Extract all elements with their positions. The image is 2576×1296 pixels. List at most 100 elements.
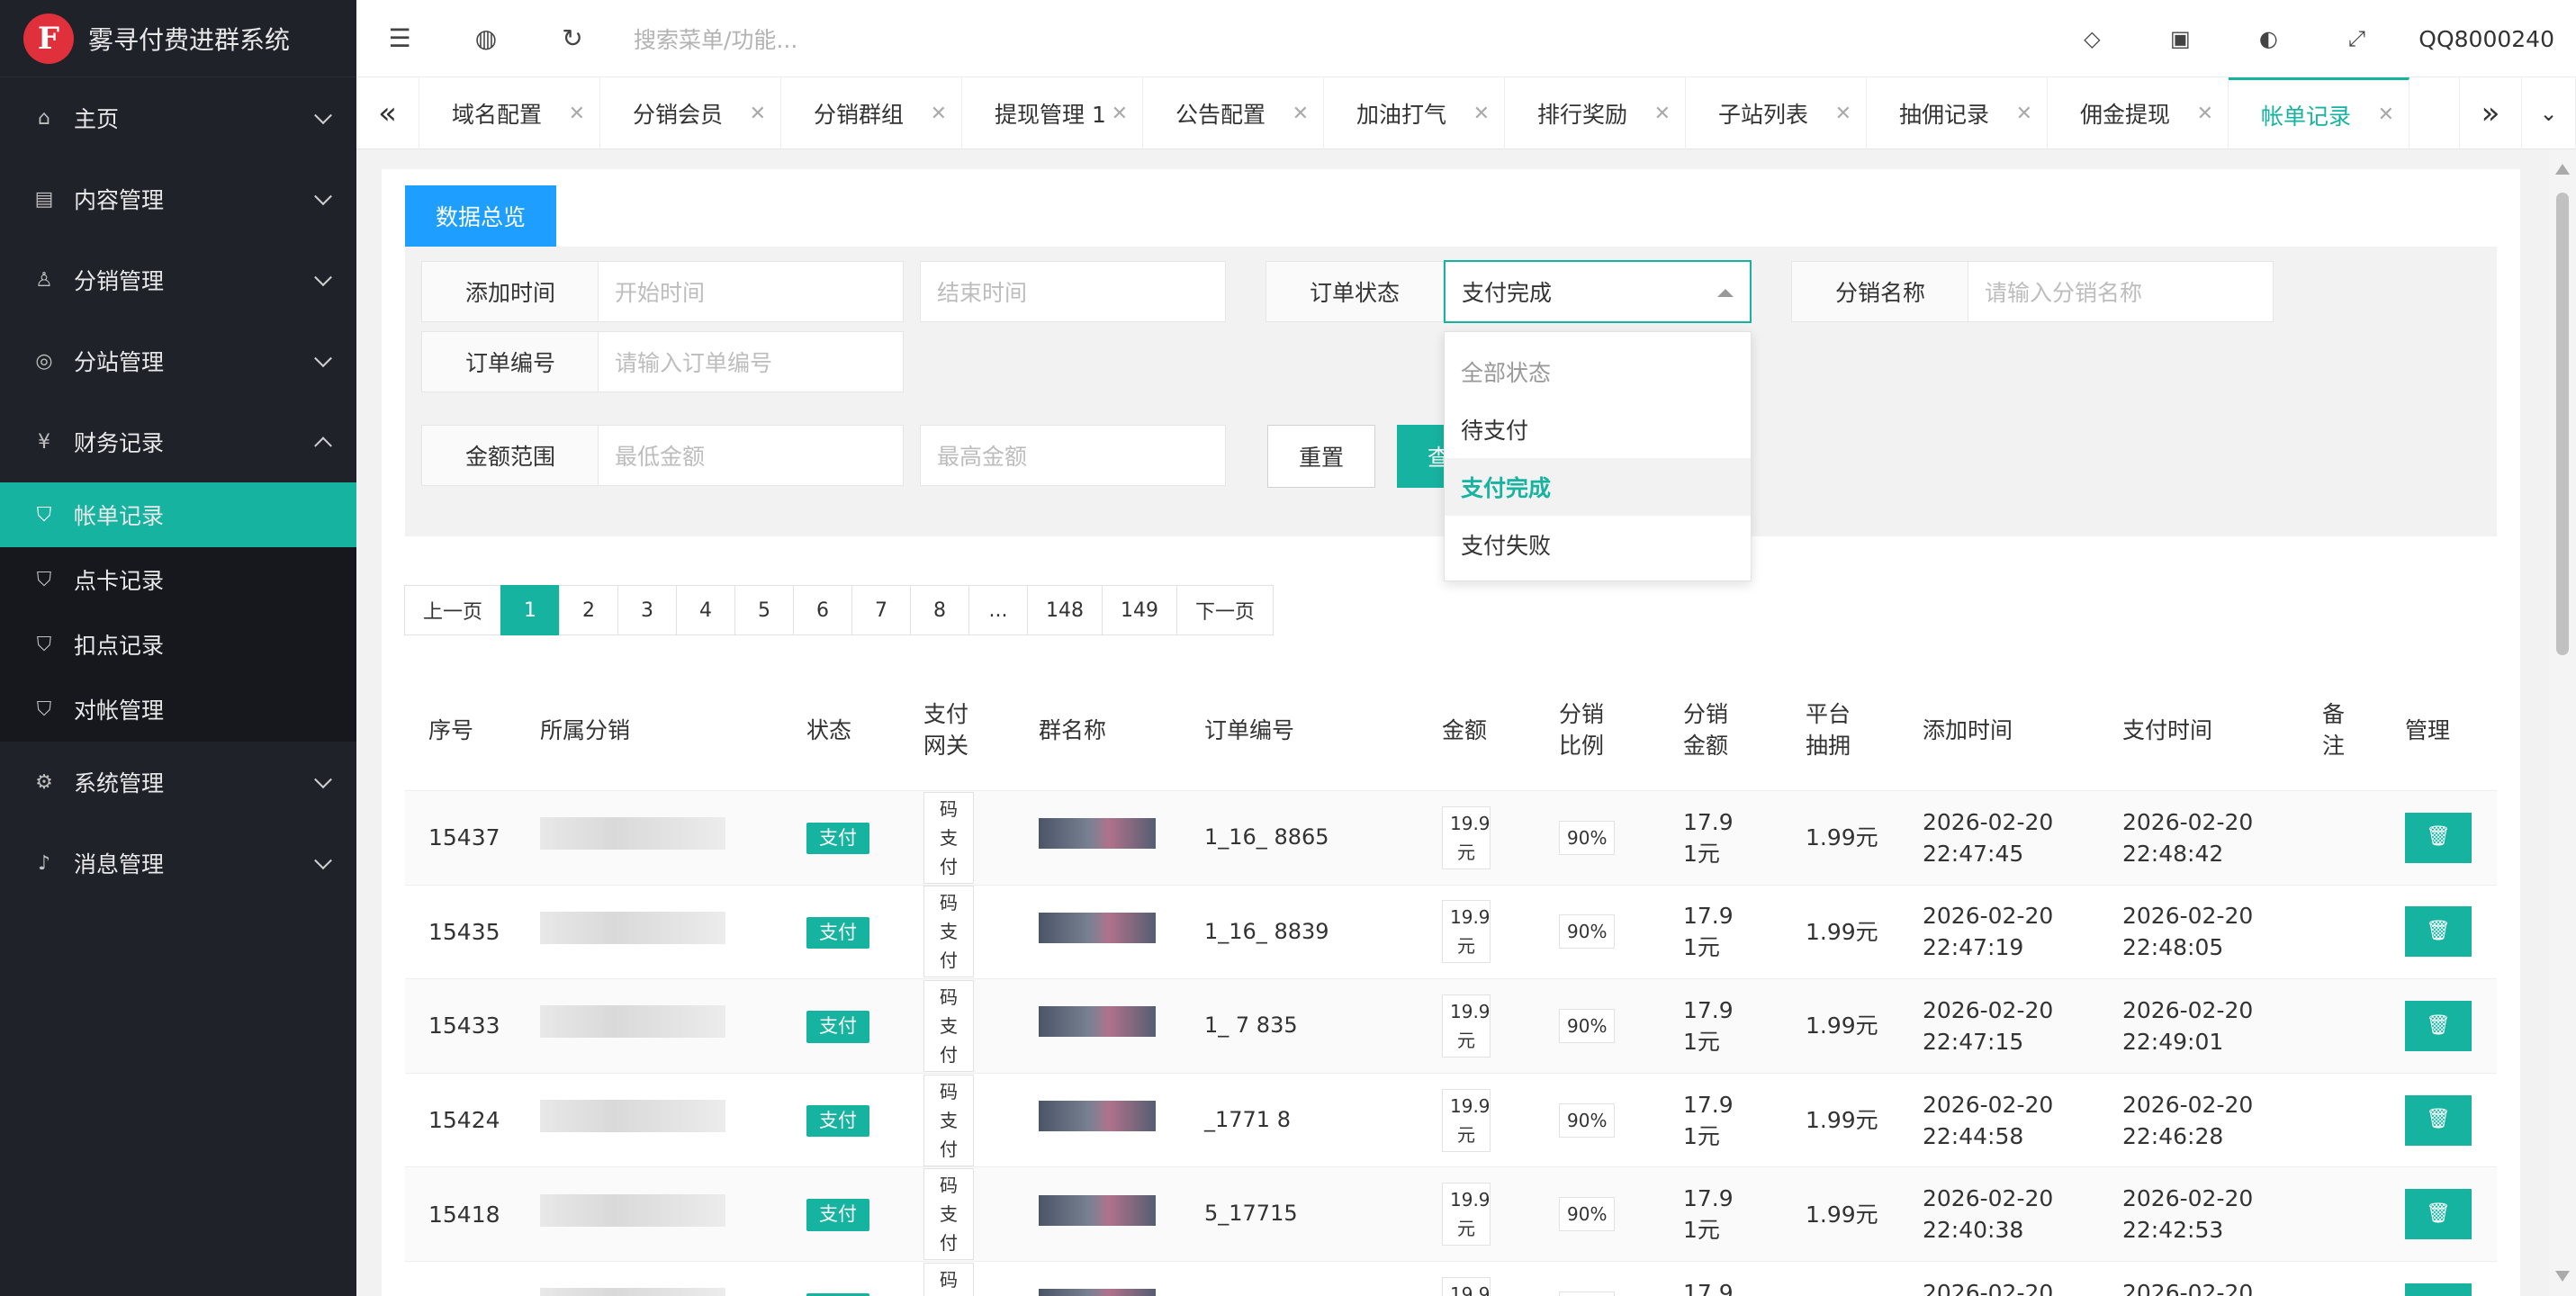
cell-ratio: 90%: [1536, 1008, 1660, 1043]
menu-toggle-icon[interactable]: ☰: [356, 0, 443, 77]
page-button[interactable]: 4: [676, 585, 736, 635]
end-time-input[interactable]: 结束时间: [920, 261, 1226, 322]
close-icon[interactable]: ✕: [750, 103, 766, 125]
delete-button[interactable]: 🗑: [2405, 1094, 2472, 1146]
tab-commission-records[interactable]: 抽佣记录 ✕: [1867, 77, 2048, 149]
sidebar-item-home[interactable]: ⌂ 主页: [0, 77, 356, 158]
table-row: 15437 支付 码支付 1_16_ 8865 19.9元 90% 17.91元 1.99元 2…: [405, 790, 2497, 885]
close-icon[interactable]: ✕: [2016, 103, 2032, 125]
tabs-scroll-left-icon[interactable]: «: [356, 77, 419, 149]
status-option-failed[interactable]: 支付失败: [1445, 516, 1751, 573]
delete-button[interactable]: 🗑: [2405, 1189, 2472, 1240]
sidebar-item-bills[interactable]: ⛉ 帐单记录: [0, 482, 356, 547]
page-button[interactable]: 8: [910, 585, 970, 635]
cell-gateway: 码支付: [900, 886, 1015, 978]
sidebar-item-messages[interactable]: ♪ 消息管理: [0, 823, 356, 904]
next-page-button[interactable]: 下一页: [1176, 585, 1274, 635]
tabs-scroll-right-icon[interactable]: »: [2459, 77, 2522, 149]
fullscreen-icon[interactable]: ⤢: [2312, 0, 2400, 77]
cell-order-no: 1_16_ 8839: [1204, 918, 1329, 944]
prev-page-button[interactable]: 上一页: [404, 585, 502, 635]
col-header: 支付网关: [923, 701, 969, 759]
sidebar-item-reconciliation[interactable]: ⛉ 对帐管理: [0, 677, 356, 742]
reset-button[interactable]: 重置: [1267, 425, 1375, 488]
close-icon[interactable]: ✕: [931, 103, 947, 125]
sidebar-item-distribution[interactable]: ♙ 分销管理: [0, 239, 356, 320]
distributor-name-input[interactable]: 请输入分销名称: [1968, 261, 2274, 322]
data-overview-button[interactable]: 数据总览: [405, 185, 556, 247]
close-icon[interactable]: ✕: [569, 103, 585, 125]
delete-button[interactable]: 🗑: [2405, 812, 2472, 863]
page-button[interactable]: 7: [851, 585, 912, 635]
sidebar-item-point-cards[interactable]: ⛉ 点卡记录: [0, 547, 356, 612]
order-status-dropdown: 全部状态 待支付 支付完成 支付失败: [1444, 331, 1752, 581]
sidebar-item-finance[interactable]: ¥ 财务记录: [0, 401, 356, 482]
close-icon[interactable]: ✕: [1473, 103, 1490, 125]
sidebar-item-content[interactable]: ▤ 内容管理: [0, 158, 356, 239]
delete-button[interactable]: 🗑: [2405, 906, 2472, 958]
add-time-label: 添加时间: [421, 261, 599, 322]
close-icon[interactable]: ✕: [2197, 103, 2213, 125]
search-input[interactable]: 搜索菜单/功能...: [634, 22, 797, 55]
page-scrollbar[interactable]: [2549, 149, 2576, 1296]
scroll-down-icon[interactable]: [2555, 1271, 2570, 1282]
page-button[interactable]: 3: [617, 585, 678, 635]
close-icon[interactable]: ✕: [1293, 103, 1309, 125]
sidebar-item-label: 主页: [74, 106, 120, 132]
close-icon[interactable]: ✕: [1112, 103, 1128, 125]
sidebar-item-label: 财务记录: [74, 430, 165, 456]
col-header: 备注: [2322, 701, 2346, 759]
close-icon[interactable]: ✕: [2378, 104, 2394, 126]
user-name[interactable]: QQ8000240: [2400, 26, 2576, 52]
message-icon[interactable]: ▣: [2136, 0, 2224, 77]
tab-bills[interactable]: 帐单记录 ✕: [2229, 77, 2409, 149]
cell-dist-amount: 17.91元: [1683, 808, 1734, 867]
tab-announcements[interactable]: 公告配置 ✕: [1143, 77, 1324, 149]
tab-distribution-groups[interactable]: 分销群组 ✕: [781, 77, 962, 149]
page-button[interactable]: 5: [734, 585, 795, 635]
delete-button[interactable]: 🗑: [2405, 1000, 2472, 1051]
main-panel: 数据总览 添加时间 开始时间 结束时间 订单状态 支付完成 分销名称 请输入分销…: [382, 169, 2520, 1296]
sidebar-item-system[interactable]: ⚙ 系统管理: [0, 742, 356, 823]
tab-cheer[interactable]: 加油打气 ✕: [1324, 77, 1505, 149]
page-button[interactable]: 6: [793, 585, 853, 635]
refresh-icon[interactable]: ↻: [529, 0, 616, 77]
scroll-up-icon[interactable]: [2555, 164, 2570, 175]
globe-icon[interactable]: ◍: [443, 0, 529, 77]
start-time-input[interactable]: 开始时间: [598, 261, 904, 322]
table-body: 15437 支付 码支付 1_16_ 8865 19.9元 90% 17.91元 1.99元 2…: [405, 790, 2497, 1296]
page-button[interactable]: 149: [1102, 585, 1178, 635]
page-button[interactable]: 1: [500, 585, 561, 635]
close-icon[interactable]: ✕: [1654, 103, 1671, 125]
max-amount-input[interactable]: 最高金额: [920, 425, 1226, 486]
close-icon[interactable]: ✕: [1835, 103, 1851, 125]
tab-distribution-members[interactable]: 分销会员 ✕: [600, 77, 781, 149]
sidebar-item-deductions[interactable]: ⛉ 扣点记录: [0, 612, 356, 677]
order-status-select[interactable]: 支付完成: [1444, 260, 1752, 323]
status-option-all[interactable]: 全部状态: [1445, 343, 1751, 400]
tabs-menu-chevron-icon[interactable]: ⌄: [2522, 77, 2576, 149]
cell-gateway: 码支付: [900, 979, 1015, 1072]
tab-commission-withdraw[interactable]: 佣金提现 ✕: [2048, 77, 2229, 149]
ratio-tag: 90%: [1559, 820, 1616, 855]
min-amount-input[interactable]: 最低金额: [598, 425, 904, 486]
tag-icon[interactable]: ◇: [2048, 0, 2136, 77]
tab-domain-config[interactable]: 域名配置 ✕: [419, 77, 600, 149]
col-header: 群名称: [1039, 716, 1107, 743]
sidebar-item-substation[interactable]: ◎ 分站管理: [0, 320, 356, 401]
page-button[interactable]: 148: [1027, 585, 1103, 635]
status-option-pending[interactable]: 待支付: [1445, 400, 1751, 458]
redacted-block: [540, 1288, 725, 1296]
tab-ranking-rewards[interactable]: 排行奖励 ✕: [1505, 77, 1686, 149]
tab-withdrawals[interactable]: 提现管理 1 ✕: [962, 77, 1143, 149]
order-no-input[interactable]: 请输入订单编号: [598, 331, 904, 392]
cell-group-name-redacted: [1015, 912, 1181, 951]
app-logo[interactable]: F 雾寻付费进群系统: [0, 0, 356, 77]
status-option-completed[interactable]: 支付完成: [1445, 458, 1751, 516]
bills-table: 序号 所属分销 状态 支付网关 群名称 订单编号 金额 分销比例 分销金额 平台…: [405, 670, 2497, 1296]
delete-button[interactable]: 🗑: [2405, 1282, 2472, 1296]
tab-substations[interactable]: 子站列表 ✕: [1686, 77, 1867, 149]
scroll-thumb[interactable]: [2556, 193, 2569, 655]
theme-palette-icon[interactable]: ◐: [2224, 0, 2312, 77]
page-button[interactable]: 2: [559, 585, 619, 635]
